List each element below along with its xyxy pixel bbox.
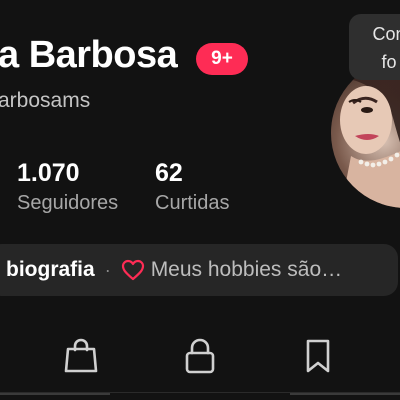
tab-indicator-right <box>290 393 400 395</box>
followers-stat[interactable]: 1.070 Seguidores <box>17 158 118 218</box>
avatar[interactable] <box>331 58 400 208</box>
tab-indicator-left <box>0 393 110 395</box>
tooltip-line-1: Con <box>372 24 400 44</box>
bookmark-icon <box>302 337 334 380</box>
profile-photo <box>331 58 400 208</box>
profile-screen: a Barbosa 9+ arbosams 1.070 Seguidores 6… <box>0 0 400 400</box>
tab-saved[interactable] <box>298 338 338 378</box>
followers-label: Seguidores <box>17 192 119 214</box>
lock-icon <box>183 337 217 380</box>
shopping-bag-icon <box>63 337 99 380</box>
bio-text: Meus hobbies são… <box>150 258 343 281</box>
tab-shop[interactable] <box>61 338 101 378</box>
bio-bar[interactable]: biografia · Meus hobbies são… <box>0 244 398 296</box>
followers-count: 1.070 <box>17 159 80 187</box>
edit-profile-tooltip[interactable]: Con fo <box>349 14 400 80</box>
likes-count: 62 <box>155 159 183 187</box>
notification-badge[interactable]: 9+ <box>196 43 248 75</box>
bio-separator: · <box>104 259 111 280</box>
tooltip-line-2: fo <box>381 52 397 72</box>
profile-username: arbosams <box>0 89 91 112</box>
tab-private[interactable] <box>180 338 220 378</box>
heart-outline-icon <box>121 259 145 281</box>
add-bio-label: biografia <box>6 258 95 281</box>
profile-tab-bar <box>0 330 400 386</box>
likes-stat[interactable]: 62 Curtidas <box>155 158 229 218</box>
likes-label: Curtidas <box>155 192 230 214</box>
profile-name: a Barbosa <box>0 34 178 76</box>
